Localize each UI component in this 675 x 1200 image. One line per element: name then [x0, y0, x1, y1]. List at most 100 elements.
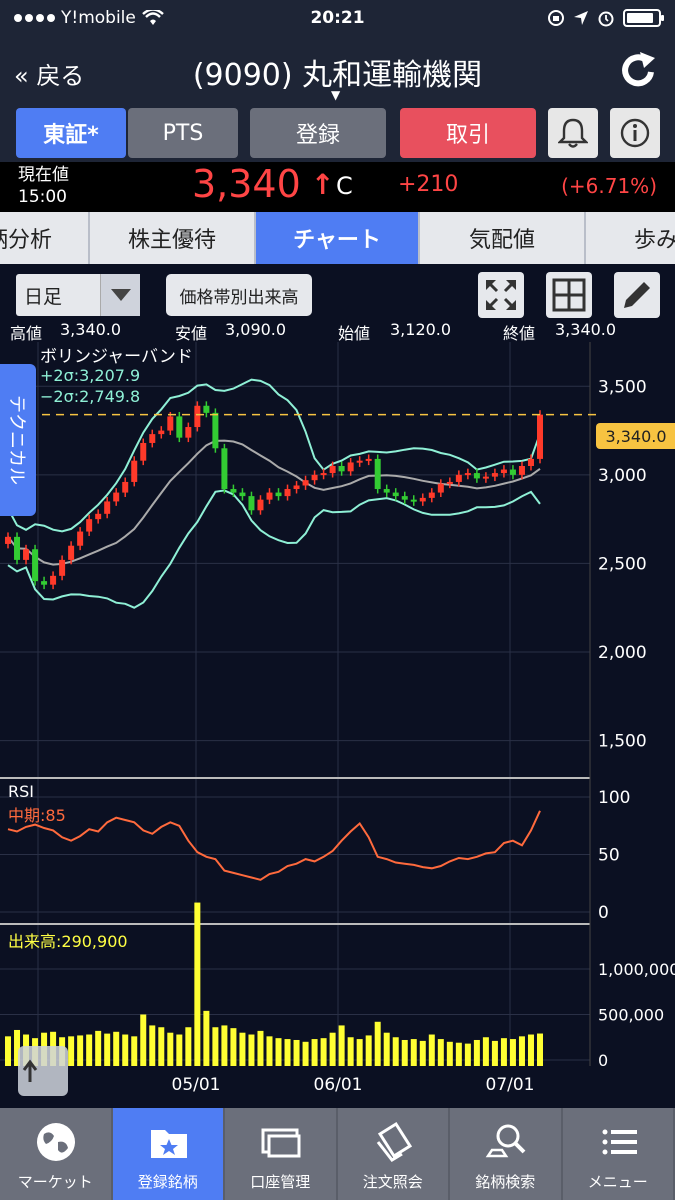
price-tick-label: 1,500: [598, 732, 647, 752]
nav-account[interactable]: 口座管理: [225, 1108, 338, 1200]
bottom-nav: マーケット 登録銘柄 口座管理 注文照会 銘柄検索 メニュー: [0, 1108, 675, 1200]
volume-by-price-button[interactable]: 価格帯別出来高: [166, 274, 312, 316]
candle-body: [537, 414, 543, 459]
rsi-tick-label: 100: [598, 788, 630, 808]
volume-bar: [77, 1035, 84, 1066]
nav-watchlist[interactable]: 登録銘柄: [112, 1108, 225, 1200]
volume-bar: [500, 1038, 507, 1066]
alarm-icon: [598, 11, 614, 27]
register-button[interactable]: 登録: [250, 108, 386, 158]
tab-quotes[interactable]: 気配値: [420, 212, 586, 264]
candle-body: [77, 531, 84, 546]
globe-icon: [37, 1123, 75, 1161]
candle-body: [347, 462, 354, 472]
volume-tick-label: 500,000: [598, 1006, 664, 1025]
volume-bar: [329, 1032, 336, 1066]
menu-icon: [602, 1129, 637, 1155]
candle-body: [122, 481, 129, 493]
volume-bar: [167, 1032, 174, 1066]
candle-body: [176, 416, 183, 438]
high-value: 3,340.0: [60, 320, 122, 339]
open-value: 3,120.0: [390, 320, 452, 339]
candle-body: [275, 492, 282, 497]
tab-shareholder-benefits[interactable]: 株主優待: [90, 212, 256, 264]
close-label: 終値: [503, 324, 536, 343]
grid-icon: [552, 278, 586, 312]
volume-bar: [302, 1041, 309, 1066]
volume-bar: [266, 1036, 273, 1066]
candle-body: [419, 497, 426, 502]
signal-icon: [14, 14, 55, 22]
volume-bar: [176, 1034, 183, 1066]
candle-body: [455, 474, 462, 482]
layout-button[interactable]: [546, 272, 592, 318]
tse-button[interactable]: 東証*: [16, 108, 126, 158]
candle-body: [329, 466, 336, 474]
trade-button[interactable]: 取引: [400, 108, 536, 158]
battery-icon: [623, 9, 664, 27]
candle-body: [194, 405, 201, 428]
refresh-icon[interactable]: [615, 48, 661, 94]
nav-orders[interactable]: 注文照会: [338, 1108, 450, 1200]
chevron-down-icon: [100, 274, 140, 316]
rsi-tick-label: 0: [598, 903, 609, 923]
volume-bar: [248, 1034, 255, 1066]
price-change: +210: [398, 172, 459, 197]
candle-body: [230, 489, 237, 493]
candle-body: [518, 466, 525, 475]
low-label: 安値: [175, 324, 208, 343]
volume-bar: [482, 1037, 489, 1066]
nav-search-label: 銘柄検索: [475, 1173, 536, 1191]
volume-bar: [311, 1039, 318, 1066]
nav-orders-label: 注文照会: [362, 1173, 423, 1191]
volume-bar: [230, 1028, 237, 1066]
pencil-icon: [624, 282, 650, 308]
status-bar: Y!mobile 20:21: [0, 0, 675, 36]
candle-body: [266, 492, 273, 500]
candle-body: [203, 405, 210, 413]
pts-button[interactable]: PTS: [128, 108, 238, 158]
current-price: 3,340: [192, 162, 301, 206]
volume-bar: [5, 1036, 11, 1066]
candle-body: [104, 501, 111, 514]
alert-button[interactable]: [548, 108, 598, 158]
candle-body: [149, 434, 156, 443]
volume-bar: [491, 1040, 498, 1066]
scroll-handle-icon: [18, 1046, 68, 1096]
bollinger-lower-value: −2σ:2,749.8: [40, 387, 141, 406]
price-tick-label: 3,000: [598, 466, 647, 486]
volume-bar: [347, 1037, 354, 1066]
tab-bar: 銘柄分析 株主優待 チャート 気配値 歩み値: [0, 212, 675, 264]
title-dropdown-icon[interactable]: ▼: [331, 88, 340, 102]
x-tick-label: 06/01: [314, 1075, 363, 1095]
candle-body: [437, 483, 444, 493]
volume-bar: [473, 1039, 480, 1066]
volume-bar: [437, 1039, 444, 1066]
candle-body: [338, 466, 345, 472]
candle-body: [284, 489, 291, 497]
nav-menu[interactable]: メニュー: [563, 1108, 675, 1200]
volume-bar: [275, 1038, 282, 1066]
technical-side-tab[interactable]: テクニカル: [0, 364, 36, 516]
volume-bar: [284, 1039, 291, 1066]
nav-search[interactable]: 銘柄検索: [450, 1108, 563, 1200]
up-arrow-icon: ↑: [311, 168, 335, 201]
candle-body: [14, 536, 21, 560]
tab-analysis[interactable]: 銘柄分析: [0, 212, 90, 264]
stock-chart[interactable]: 3,500 3,000 2,500 2,000 1,500 100 50 0 1,000,000…: [0, 342, 675, 1108]
candle-body: [302, 480, 309, 486]
draw-button[interactable]: [614, 272, 660, 318]
candle-body: [383, 489, 390, 493]
quote-time: 15:00: [18, 187, 67, 207]
tab-ticks[interactable]: 歩み値: [586, 212, 675, 264]
candle-body: [464, 473, 471, 476]
volume-bar: [419, 1040, 426, 1066]
candle-body: [500, 469, 507, 474]
tab-chart[interactable]: チャート: [256, 212, 420, 264]
info-button[interactable]: [610, 108, 660, 158]
fullscreen-button[interactable]: [478, 272, 524, 318]
nav-market[interactable]: マーケット: [0, 1108, 113, 1200]
candle-body: [239, 492, 246, 497]
period-select[interactable]: 日足: [16, 274, 140, 316]
candle-body: [446, 481, 453, 484]
